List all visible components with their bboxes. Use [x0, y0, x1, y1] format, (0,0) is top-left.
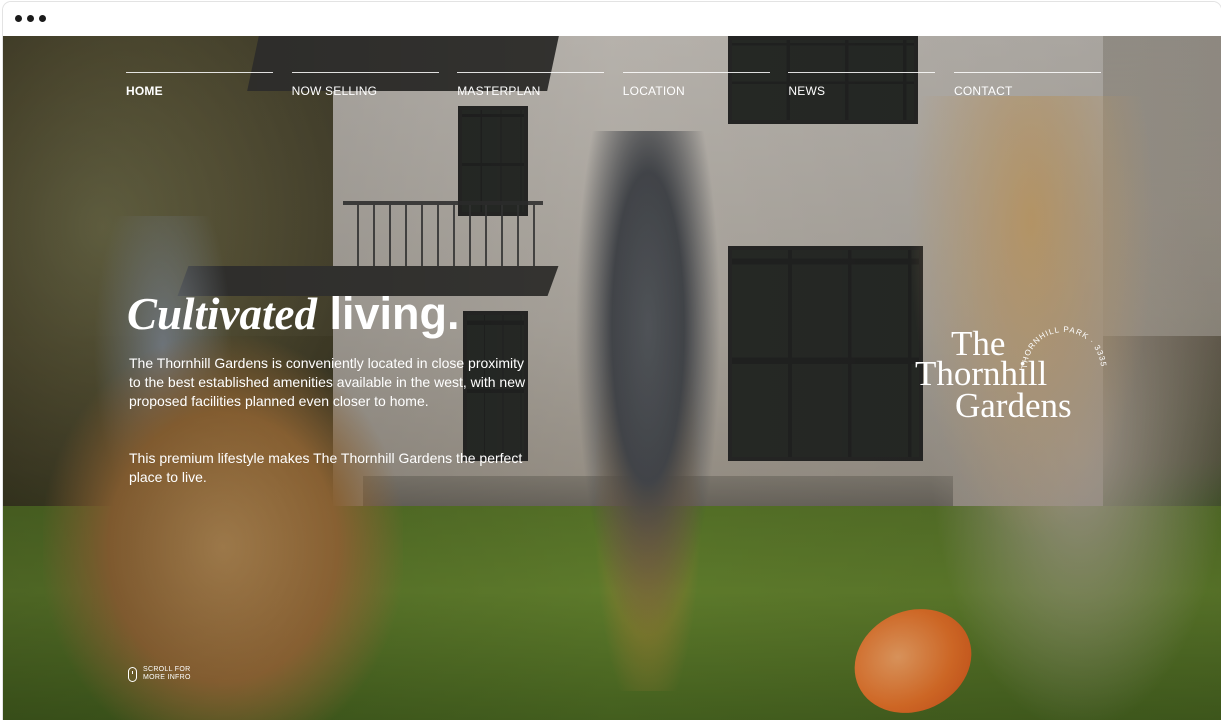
scroll-hint-text: SCROLL FOR MORE INFRO — [143, 666, 191, 682]
svg-text:THORNHILL PARK · 3335: THORNHILL PARK · 3335 — [1020, 325, 1108, 369]
nav-item-now-selling[interactable]: NOW SELLING — [291, 72, 439, 102]
nav-item-location[interactable]: LOCATION — [622, 72, 770, 102]
logo-ring-text: THORNHILL PARK · 3335 — [1020, 325, 1107, 369]
browser-window: HOME NOW SELLING MASTERPLAN LOCATION NEW… — [3, 2, 1221, 720]
thornhill-gardens-logo[interactable]: The Thornhill Gardens THORNHILL PARK · 3… — [911, 325, 1111, 466]
scroll-hint-line-2: MORE INFRO — [143, 674, 191, 681]
scroll-hint[interactable]: SCROLL FOR MORE INFRO — [128, 666, 191, 682]
nav-item-home[interactable]: HOME — [126, 72, 273, 102]
nav-item-masterplan[interactable]: MASTERPLAN — [457, 72, 605, 102]
window-dot-icon[interactable] — [27, 15, 34, 22]
window-titlebar — [3, 2, 1221, 36]
hero-headline: Cultivated living. — [127, 288, 460, 340]
window-dot-icon[interactable] — [39, 15, 46, 22]
mouse-scroll-icon — [128, 666, 137, 682]
main-nav: HOME NOW SELLING MASTERPLAN LOCATION NEW… — [126, 72, 1101, 102]
hero-section: HOME NOW SELLING MASTERPLAN LOCATION NEW… — [3, 36, 1221, 720]
hero-headline-italic: Cultivated — [127, 289, 317, 339]
window-controls — [15, 15, 46, 22]
logo-ring-icon: THORNHILL PARK · 3335 — [1020, 325, 1108, 369]
scroll-hint-line-1: SCROLL FOR — [143, 666, 191, 673]
window-dot-icon[interactable] — [15, 15, 22, 22]
nav-item-news[interactable]: NEWS — [788, 72, 936, 102]
hero-paragraph-2: This premium lifestyle makes The Thornhi… — [129, 450, 523, 485]
nav-item-contact[interactable]: CONTACT — [953, 72, 1101, 102]
hero-paragraph-1: The Thornhill Gardens is conveniently lo… — [129, 355, 526, 409]
hero-headline-regular: living. — [329, 288, 460, 339]
